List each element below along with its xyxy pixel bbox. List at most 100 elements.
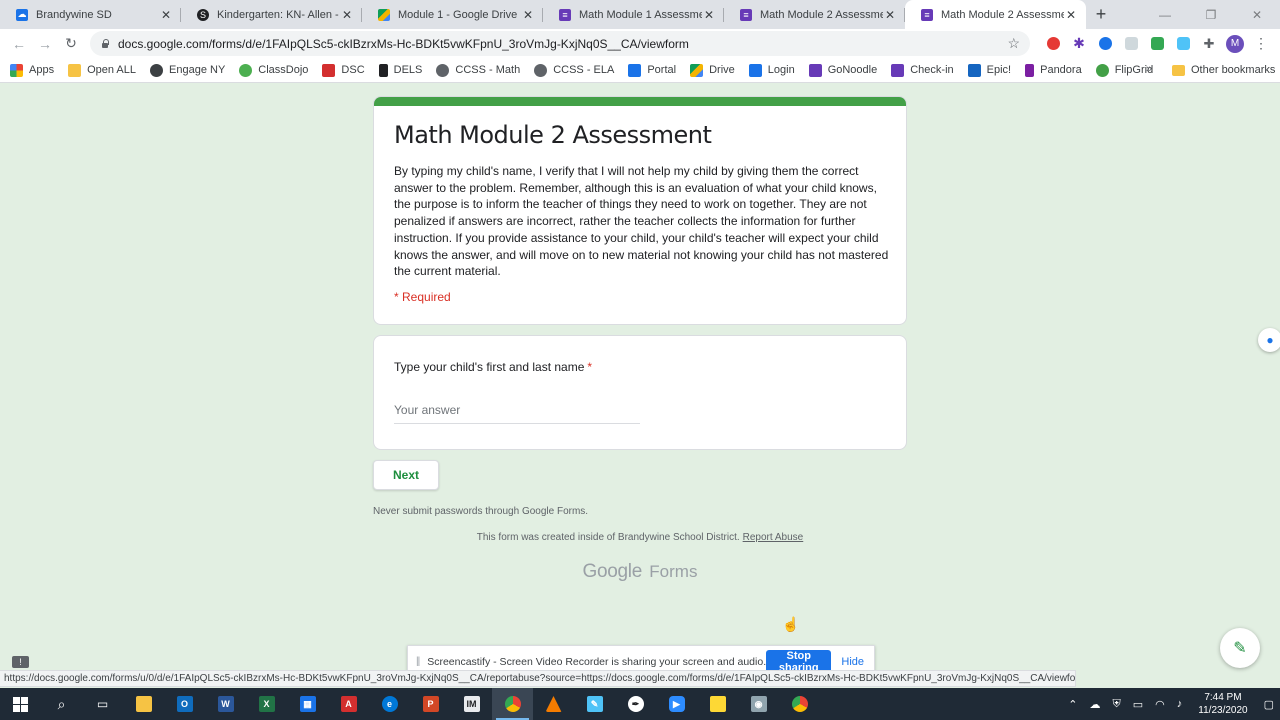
form-title: Math Module 2 Assessment <box>394 121 712 149</box>
bookmark-apps[interactable]: Apps <box>10 63 55 77</box>
tab-math-module-2[interactable]: ≡ Math Module 2 Assessment ✕ <box>724 0 905 29</box>
hide-button[interactable]: Hide <box>841 656 864 668</box>
notifications-icon[interactable]: ▢ <box>1264 698 1274 711</box>
menu-kebab-icon[interactable]: ⋮ <box>1248 34 1274 54</box>
bookmark-ccss-math[interactable]: CCSS - Math <box>436 63 520 77</box>
extension-reader-icon[interactable] <box>1118 34 1144 54</box>
screencastify-extension-icon[interactable] <box>1040 34 1066 54</box>
profile-avatar[interactable]: M <box>1226 34 1244 53</box>
calendar-icon[interactable]: ▦ <box>287 688 328 720</box>
acrobat-icon[interactable]: A <box>328 688 369 720</box>
close-icon[interactable]: ✕ <box>1064 8 1078 22</box>
minimize-button[interactable]: — <box>1142 0 1188 29</box>
powerpoint-icon[interactable]: P <box>410 688 451 720</box>
forms-icon <box>891 63 905 77</box>
bookmarks-overflow-chevron-icon[interactable]: » <box>1146 63 1152 75</box>
notepad-icon[interactable]: ✎ <box>574 688 615 720</box>
bookmark-label: Open ALL <box>87 64 137 76</box>
bookmark-engage-ny[interactable]: Engage NY <box>150 63 225 77</box>
report-abuse-link[interactable]: Report Abuse <box>743 532 804 543</box>
drag-handle-icon[interactable]: || <box>416 656 420 667</box>
sticky-notes-icon[interactable] <box>697 688 738 720</box>
bookmark-flipgrid[interactable]: FlipGrid <box>1095 63 1153 77</box>
security-icon[interactable]: ⛨ <box>1113 698 1121 711</box>
address-bar[interactable]: docs.google.com/forms/d/e/1FAIpQLSc5-ckI… <box>90 31 1030 56</box>
wifi-icon[interactable]: ◠ <box>1155 698 1165 711</box>
extension-gear-icon[interactable]: ✱ <box>1066 34 1092 54</box>
extension-check-icon[interactable] <box>1144 34 1170 54</box>
bookmark-label: DSC <box>341 64 365 76</box>
extension-font-icon[interactable] <box>1170 34 1196 54</box>
battery-icon[interactable]: ▭ <box>1133 698 1143 711</box>
bookmark-drive[interactable]: Drive <box>690 63 735 77</box>
google-forms-logo[interactable]: Google Forms <box>0 561 1280 583</box>
microphone-icon[interactable]: ● <box>1258 328 1280 352</box>
globe-icon <box>436 63 450 77</box>
folder-icon <box>1172 64 1185 76</box>
chrome-profile-icon[interactable] <box>779 688 820 720</box>
edit-pencil-icon[interactable]: ✎ <box>1220 628 1260 668</box>
bookmark-ccss-ela[interactable]: CCSS - ELA <box>534 63 614 77</box>
clock[interactable]: 7:44 PM 11/23/2020 <box>1198 691 1247 717</box>
tray-overflow-icon[interactable]: ⌃ <box>1068 698 1077 711</box>
close-icon[interactable]: ✕ <box>521 8 535 22</box>
extensions-puzzle-icon[interactable]: ✚ <box>1196 34 1222 54</box>
bookmark-gonoodle[interactable]: GoNoodle <box>808 63 877 77</box>
edge-icon[interactable]: e <box>369 688 410 720</box>
bookmark-portal[interactable]: Portal <box>628 63 676 77</box>
bookmark-dels[interactable]: DELS <box>378 63 422 77</box>
url-text[interactable]: docs.google.com/forms/d/e/1FAIpQLSc5-ckI… <box>118 37 1007 51</box>
excel-icon[interactable]: X <box>246 688 287 720</box>
required-note: * Required <box>394 290 451 304</box>
question-card: Type your child's first and last name * <box>373 335 907 450</box>
bookmark-pandora[interactable]: Pandora <box>1025 63 1082 77</box>
zoom-icon[interactable]: ▶ <box>656 688 697 720</box>
outlook-icon[interactable]: O <box>164 688 205 720</box>
chrome-icon[interactable] <box>492 688 533 720</box>
bookmark-login[interactable]: Login <box>748 63 795 77</box>
bookmark-check-in[interactable]: Check-in <box>891 63 954 77</box>
close-window-button[interactable]: ✕ <box>1234 0 1280 29</box>
next-button[interactable]: Next <box>373 460 439 490</box>
tab-math-module-2-active[interactable]: ≡ Math Module 2 Assessment ✕ <box>905 0 1086 29</box>
search-icon[interactable]: ⌕ <box>41 688 82 720</box>
word-icon[interactable]: W <box>205 688 246 720</box>
close-icon[interactable]: ✕ <box>702 8 716 22</box>
bookmark-star-icon[interactable]: ☆ <box>1007 35 1020 52</box>
form-header-card: Math Module 2 Assessment By typing my ch… <box>373 96 907 325</box>
close-icon[interactable]: ✕ <box>883 8 897 22</box>
other-bookmarks[interactable]: Other bookmarks <box>1172 64 1275 76</box>
reload-button[interactable]: ↻ <box>58 35 84 52</box>
im-app-icon[interactable]: IM <box>451 688 492 720</box>
task-view-icon[interactable]: ▭ <box>82 688 123 720</box>
bookmark-open-all[interactable]: Open ALL <box>68 63 137 77</box>
forward-button[interactable]: → <box>32 36 58 52</box>
classdojo-icon <box>239 63 253 77</box>
onedrive-icon[interactable]: ☁ <box>1090 698 1101 711</box>
child-name-input[interactable] <box>394 403 640 424</box>
file-explorer-icon[interactable] <box>123 688 164 720</box>
close-icon[interactable]: ✕ <box>340 8 354 22</box>
start-button[interactable] <box>0 688 41 720</box>
tab-brandywine-sd[interactable]: ☁ Brandywine SD ✕ <box>0 0 181 29</box>
back-button[interactable]: ← <box>6 36 32 52</box>
extension-shield-icon[interactable] <box>1092 34 1118 54</box>
tab-math-module-1[interactable]: ≡ Math Module 1 Assessment ✕ <box>543 0 724 29</box>
bookmark-dsc[interactable]: DSC <box>322 63 365 77</box>
pen-app-icon[interactable]: ✒ <box>615 688 656 720</box>
camera-icon[interactable]: ◉ <box>738 688 779 720</box>
bookmark-label: Drive <box>709 64 735 76</box>
feedback-icon[interactable]: ! <box>12 656 29 668</box>
bookmark-epic[interactable]: Epic! <box>967 63 1011 77</box>
browser-toolbar: ← → ↻ docs.google.com/forms/d/e/1FAIpQLS… <box>0 29 1280 58</box>
new-tab-button[interactable]: + <box>1086 0 1116 29</box>
lock-icon[interactable] <box>100 38 110 49</box>
close-icon[interactable]: ✕ <box>159 8 173 22</box>
restore-button[interactable]: ❐ <box>1188 0 1234 29</box>
tab-kindergarten[interactable]: S Kindergarten: KN- Allen - Da ✕ <box>181 0 362 29</box>
tab-google-drive[interactable]: Module 1 - Google Drive ✕ <box>362 0 543 29</box>
bookmark-classdojo[interactable]: ClassDojo <box>239 63 308 77</box>
vlc-icon[interactable] <box>533 688 574 720</box>
volume-icon[interactable]: ♪ <box>1177 698 1183 710</box>
bookmark-label: Apps <box>29 64 55 76</box>
